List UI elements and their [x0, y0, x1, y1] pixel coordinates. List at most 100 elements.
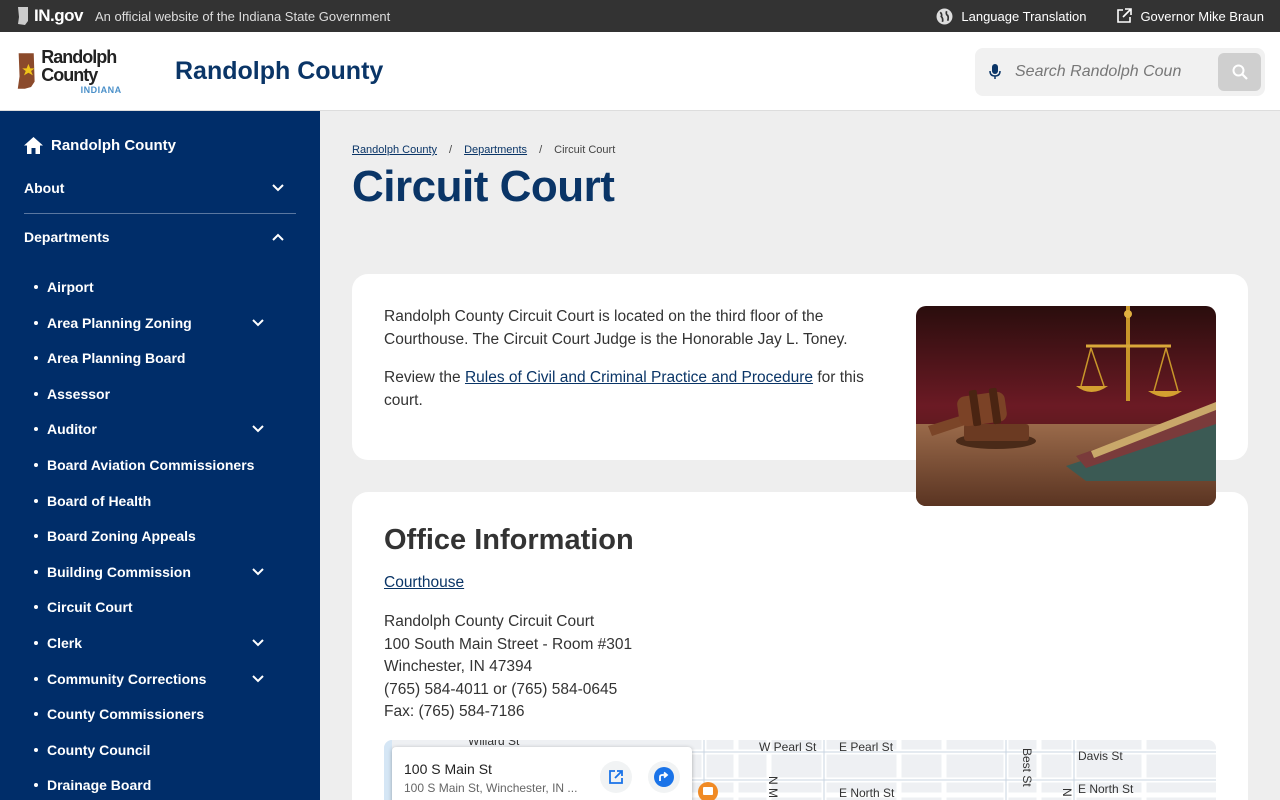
logo-state-name: INDIANA — [80, 84, 122, 95]
sidebar-item[interactable]: Area Planning Zoning — [34, 315, 264, 331]
address-line: Fax: (765) 584-7186 — [384, 703, 525, 720]
logo-county-name: Randolph County — [41, 46, 117, 85]
sidebar-item-label: Building Commission — [47, 564, 191, 580]
address-line: Winchester, IN 47394 — [384, 658, 533, 675]
sidebar-item-label: Area Planning Zoning — [47, 315, 192, 331]
bullet-icon — [34, 641, 38, 645]
sidebar-item[interactable]: County Commissioners — [34, 706, 264, 722]
sidebar-item[interactable]: Board of Health — [34, 493, 264, 509]
map-street-label: E North St — [1078, 782, 1134, 796]
language-translation-link[interactable]: Language Translation — [936, 8, 1086, 25]
sidebar-item[interactable]: Circuit Court — [34, 599, 264, 615]
bullet-icon — [34, 392, 38, 396]
open-in-new-icon — [609, 770, 623, 784]
chevron-down-icon[interactable] — [272, 184, 284, 192]
sidebar-item[interactable]: Board Zoning Appeals — [34, 528, 264, 544]
search-bar — [975, 48, 1265, 96]
external-link-icon — [1117, 8, 1133, 23]
sidebar-home-label: Randolph County — [51, 137, 176, 154]
chevron-down-icon[interactable] — [252, 319, 264, 327]
courthouse-link[interactable]: Courthouse — [384, 574, 464, 592]
map-street-label: W Pearl St — [759, 740, 817, 754]
home-icon — [24, 137, 43, 154]
language-translation-label: Language Translation — [961, 8, 1087, 24]
map-street-label: Davis St — [1078, 749, 1123, 763]
breadcrumb-departments-link[interactable]: Departments — [464, 144, 527, 156]
sidebar-about-label: About — [24, 180, 65, 196]
map-street-label: Best St — [1020, 748, 1034, 787]
sidebar-item-label: Circuit Court — [47, 599, 133, 615]
rules-paragraph: Review the Rules of Civil and Criminal P… — [384, 366, 904, 412]
bullet-icon — [34, 570, 38, 574]
breadcrumb-separator: / — [449, 144, 453, 156]
bullet-icon — [34, 427, 38, 431]
sidebar-item[interactable]: Community Corrections — [34, 671, 264, 687]
map-street-label: N M — [766, 776, 780, 798]
sidebar-item[interactable]: Area Planning Board — [34, 350, 264, 366]
address-line: Randolph County Circuit Court — [384, 613, 595, 630]
breadcrumb-current: Circuit Court — [554, 144, 616, 156]
sidebar-nav: Randolph County About Departments Airpor… — [0, 111, 320, 800]
map-street-label: E North St — [839, 786, 895, 800]
bullet-icon — [34, 356, 38, 360]
sidebar-item[interactable]: Building Commission — [34, 564, 264, 580]
sidebar-item[interactable]: County Council — [34, 742, 264, 758]
open-map-button[interactable] — [600, 761, 632, 793]
ingov-logo[interactable]: IN.gov — [16, 6, 83, 26]
sidebar-item-label: Airport — [47, 279, 94, 295]
sidebar-item-label: Auditor — [47, 421, 97, 437]
sidebar-item[interactable]: Assessor — [34, 386, 264, 402]
map-place-card: 100 S Main St 100 S Main St, Winchester,… — [392, 747, 692, 800]
governor-link[interactable]: Governor Mike Braun — [1116, 8, 1264, 24]
sidebar-item-label: County Council — [47, 742, 151, 758]
sidebar-item[interactable]: Auditor — [34, 421, 264, 437]
bullet-icon — [34, 499, 38, 503]
chevron-down-icon[interactable] — [252, 568, 264, 576]
search-input[interactable] — [1015, 63, 1205, 81]
sidebar-item-label: Board Aviation Commissioners — [47, 457, 255, 473]
map-place-subtitle: 100 S Main St, Winchester, IN ... — [404, 781, 578, 795]
office-address: Randolph County Circuit Court 100 South … — [384, 611, 632, 724]
chevron-down-icon[interactable] — [252, 675, 264, 683]
site-title[interactable]: Randolph County — [175, 57, 383, 86]
sidebar-item-label: Board of Health — [47, 493, 152, 509]
microphone-icon[interactable] — [975, 64, 1015, 80]
bullet-icon — [34, 463, 38, 467]
sidebar-item-about[interactable]: About — [24, 180, 296, 196]
breadcrumb-separator: / — [539, 144, 543, 156]
governor-label: Governor Mike Braun — [1140, 8, 1264, 24]
rules-text-before: Review the — [384, 369, 465, 386]
bullet-icon — [34, 534, 38, 538]
sidebar-item-label: Board Zoning Appeals — [47, 528, 196, 544]
top-bar: IN.gov An official website of the Indian… — [0, 0, 1280, 32]
sidebar-item-departments[interactable]: Departments — [24, 229, 296, 245]
sidebar-divider — [24, 213, 296, 214]
breadcrumb-home-link[interactable]: Randolph County — [352, 144, 437, 156]
map-place-title: 100 S Main St — [404, 761, 492, 777]
sidebar-departments-label: Departments — [24, 229, 110, 245]
sidebar-home-link[interactable]: Randolph County — [24, 137, 176, 154]
map-street-label: E Pearl St — [839, 740, 894, 754]
sidebar-item[interactable]: Board Aviation Commissioners — [34, 457, 264, 473]
search-icon — [1232, 64, 1248, 80]
address-line: (765) 584-4011 or (765) 584-0645 — [384, 680, 618, 698]
globe-icon — [936, 8, 953, 24]
chevron-down-icon[interactable] — [252, 639, 264, 647]
search-button[interactable] — [1218, 53, 1261, 91]
location-map[interactable]: Willard St W Pearl St E Pearl St Davis S… — [384, 740, 1216, 800]
rules-link[interactable]: Rules of Civil and Criminal Practice and… — [465, 369, 813, 386]
sidebar-item[interactable]: Drainage Board — [34, 777, 264, 793]
sidebar-item[interactable]: Clerk — [34, 635, 264, 651]
chevron-up-icon[interactable] — [272, 233, 284, 241]
page-title: Circuit Court — [352, 162, 615, 211]
map-street-label: N — [1060, 788, 1074, 797]
bullet-icon — [34, 748, 38, 752]
county-logo[interactable]: Randolph County INDIANA — [16, 48, 161, 95]
intro-paragraph: Randolph County Circuit Court is located… — [384, 308, 848, 348]
directions-button[interactable] — [648, 761, 680, 793]
sidebar-item[interactable]: Airport — [34, 279, 264, 295]
breadcrumb: Randolph County / Departments / Circuit … — [352, 144, 615, 156]
chevron-down-icon[interactable] — [252, 425, 264, 433]
bullet-icon — [34, 605, 38, 609]
bullet-icon — [34, 285, 38, 289]
